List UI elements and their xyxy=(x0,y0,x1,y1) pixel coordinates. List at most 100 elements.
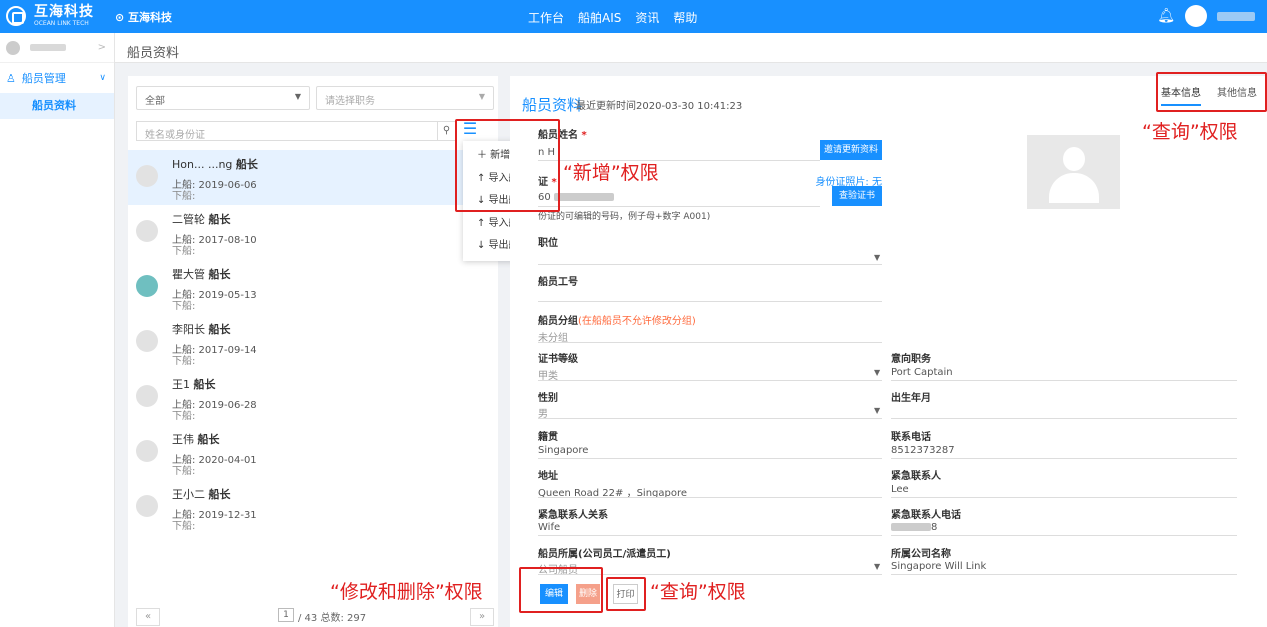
sidebar-group-crew[interactable]: ♙ 船员管理 ∨ xyxy=(0,63,114,93)
top-bar: 互海科技 OCEAN LINK TECH ⊙ 互海科技 工作台 船舶AIS 资讯… xyxy=(0,0,1267,33)
emergency-phone-field[interactable]: 8 xyxy=(891,522,937,533)
position-placeholder: 请选择职务 xyxy=(325,96,375,107)
leave-date: 下船: xyxy=(172,356,196,367)
divider xyxy=(538,458,882,459)
annotation-box-add xyxy=(455,119,560,212)
leave-date: 下船: xyxy=(172,301,196,312)
company-field[interactable]: Singapore Will Link xyxy=(891,561,986,572)
leave-date: 下船: xyxy=(172,191,196,202)
user-name[interactable] xyxy=(1217,11,1255,21)
nav-news[interactable]: 资讯 xyxy=(635,9,659,26)
list-item[interactable]: 二管轮 船长 上船: 2017-08-10 下船: xyxy=(128,205,498,260)
list-item[interactable]: Hon... ...ng 船长 上船: 2019-06-06 下船: xyxy=(128,150,498,205)
crew-rank: 船长 xyxy=(235,158,258,171)
nav-workbench[interactable]: 工作台 xyxy=(528,9,564,26)
divider xyxy=(538,206,820,207)
divider xyxy=(891,380,1237,381)
annotation-edit-delete: “修改和删除”权限 xyxy=(330,581,483,603)
verify-cert-button[interactable]: 查验证书 xyxy=(832,186,882,206)
position-label: 职位 xyxy=(538,238,558,249)
search-icon[interactable]: ⚲ xyxy=(437,122,455,140)
group-note: (在船船员不允许修改分组) xyxy=(578,316,696,327)
divider xyxy=(538,497,882,498)
contact-field[interactable]: Lee xyxy=(891,484,909,495)
filter-value: 全部 xyxy=(145,96,165,107)
crew-photo[interactable] xyxy=(1027,135,1120,209)
prev-page-button[interactable]: « xyxy=(136,608,160,626)
crew-rank: 船长 xyxy=(208,213,231,226)
logo-icon xyxy=(6,6,26,26)
phone-label: 联系电话 xyxy=(891,432,931,443)
nav-ais[interactable]: 船舶AIS xyxy=(578,9,621,26)
avatar[interactable] xyxy=(1185,5,1207,27)
sidebar: > ♙ 船员管理 ∨ 船员资料 xyxy=(0,33,115,627)
user-icon: ♙ xyxy=(6,71,16,85)
list-item[interactable]: 李阳长 船长 上船: 2017-09-14 下船: xyxy=(128,315,498,370)
brand-subtitle: OCEAN LINK TECH xyxy=(34,20,89,27)
divider xyxy=(538,380,882,381)
relation-field[interactable]: Wife xyxy=(538,522,560,533)
annotation-box-query-bottom xyxy=(606,577,646,611)
intent-field[interactable]: Port Captain xyxy=(891,367,953,378)
chevron-down-icon: ∨ xyxy=(99,73,106,83)
position-select[interactable]: 请选择职务 ▼ xyxy=(316,86,494,110)
bell-icon[interactable]: 🔔︎ xyxy=(1157,8,1175,24)
crew-rank: 船长 xyxy=(208,268,231,281)
company-label: 所属公司名称 xyxy=(891,549,951,560)
caret-down-icon: ▼ xyxy=(478,92,485,101)
divider xyxy=(891,418,1237,419)
sidebar-user[interactable]: > xyxy=(0,33,114,63)
invite-update-button[interactable]: 邀请更新资料 xyxy=(820,140,882,160)
caret-down-icon[interactable]: ▼ xyxy=(874,562,880,571)
brand[interactable]: 互海科技 OCEAN LINK TECH xyxy=(6,5,94,27)
caret-down-icon[interactable]: ▼ xyxy=(874,406,880,415)
caret-down-icon[interactable]: ▼ xyxy=(874,253,880,262)
crew-name-text: Hon... ...ng xyxy=(172,158,233,171)
avatar xyxy=(6,40,20,55)
sidebar-item-crew-profile[interactable]: 船员资料 xyxy=(0,93,114,119)
top-nav: 工作台 船舶AIS 资讯 帮助 xyxy=(528,9,697,26)
native-label: 籍贯 xyxy=(538,432,558,443)
crew-rank: 船长 xyxy=(208,323,231,336)
emergency-phone-label: 紧急联系人电话 xyxy=(891,510,961,521)
phone-field[interactable]: 8512373287 xyxy=(891,445,955,456)
group-label-wrap: 船员分组(在船船员不允许修改分组) xyxy=(538,312,696,327)
crew-name: 王1 船长 xyxy=(172,376,216,392)
crew-name-text: 李阳长 xyxy=(172,323,205,336)
list-item[interactable]: 瞿大管 船长 上船: 2019-05-13 下船: xyxy=(128,260,498,315)
divider xyxy=(538,301,882,302)
list-item[interactable]: 王1 船长 上船: 2019-06-28 下船: xyxy=(128,370,498,425)
list-item[interactable]: 王小二 船长 上船: 2019-12-31 下船: xyxy=(128,480,498,535)
avatar xyxy=(136,330,158,352)
filter-select[interactable]: 全部 ▼ xyxy=(136,86,310,110)
crew-name: 瞿大管 船长 xyxy=(172,266,231,282)
chevron-right-icon: > xyxy=(97,42,106,53)
crew-name-text: 王伟 xyxy=(172,433,194,446)
user-name xyxy=(30,44,66,51)
page-input[interactable]: 1 xyxy=(278,608,294,622)
crew-name: Hon... ...ng 船长 xyxy=(172,156,258,172)
divider xyxy=(538,418,882,419)
annotation-query-bottom: “查询”权限 xyxy=(650,581,746,603)
crew-name-text: 王1 xyxy=(172,378,190,391)
caret-down-icon[interactable]: ▼ xyxy=(874,368,880,377)
divider xyxy=(538,535,882,536)
address-label: 地址 xyxy=(538,471,558,482)
search-input[interactable]: 姓名或身份证 ⚲ xyxy=(136,121,456,141)
annotation-box-edit-delete xyxy=(519,567,603,613)
list-item[interactable]: 王伟 船长 上船: 2020-04-01 下船: xyxy=(128,425,498,480)
annotation-query-top: “查询”权限 xyxy=(1142,121,1238,143)
crew-name: 王小二 船长 xyxy=(172,486,231,502)
crew-name: 王伟 船长 xyxy=(172,431,220,447)
divider xyxy=(891,497,1237,498)
nav-help[interactable]: 帮助 xyxy=(673,9,697,26)
native-field[interactable]: Singapore xyxy=(538,445,588,456)
next-page-button[interactable]: » xyxy=(470,608,494,626)
workno-label: 船员工号 xyxy=(538,277,578,288)
crew-name: 二管轮 船长 xyxy=(172,211,231,227)
company-switcher[interactable]: ⊙ 互海科技 xyxy=(115,9,172,25)
crew-rank: 船长 xyxy=(208,488,231,501)
updated-time: 最近更新时间2020-03-30 10:41:23 xyxy=(576,101,743,112)
caret-down-icon: ▼ xyxy=(294,92,301,101)
divider xyxy=(538,264,882,265)
